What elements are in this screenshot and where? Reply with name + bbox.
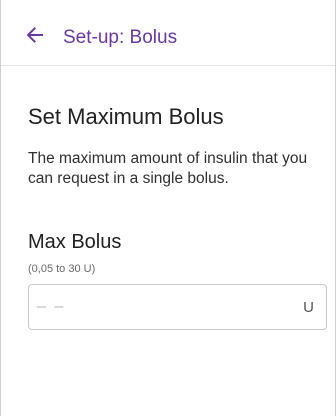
max-bolus-input[interactable]: – – U xyxy=(28,284,327,330)
section-description: The maximum amount of insulin that you c… xyxy=(28,150,308,187)
max-bolus-unit: U xyxy=(303,299,314,316)
back-button[interactable] xyxy=(23,23,47,47)
app-bar: Set-up: Bolus xyxy=(1,0,335,66)
max-bolus-label: Max Bolus xyxy=(28,231,122,253)
max-bolus-range-hint: (0,05 to 30 U) xyxy=(28,263,96,275)
arrow-left-icon xyxy=(26,27,43,43)
page-title: Set-up: Bolus xyxy=(63,27,178,48)
max-bolus-placeholder: – – xyxy=(37,298,66,315)
section-title: Set Maximum Bolus xyxy=(28,104,224,129)
